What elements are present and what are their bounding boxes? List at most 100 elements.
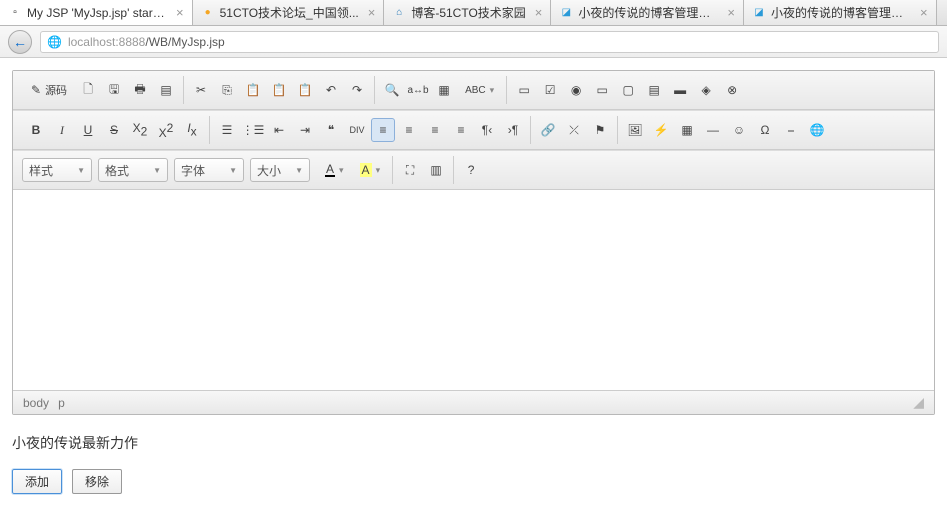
template-button[interactable]: ▤: [154, 78, 178, 102]
style-combo[interactable]: 样式▼: [22, 158, 92, 182]
div-button[interactable]: DIV: [345, 118, 369, 142]
editor-canvas[interactable]: [13, 190, 934, 390]
url-box[interactable]: 🌐 localhost:8888/WB/MyJsp.jsp: [40, 31, 939, 53]
unlink-button[interactable]: ⤫: [562, 118, 586, 142]
ul-button[interactable]: ⋮☰: [241, 118, 265, 142]
newpage-button[interactable]: 🗋: [76, 78, 100, 102]
tab-2[interactable]: ⌂ 博客-51CTO技术家园 ×: [384, 0, 551, 25]
source-button[interactable]: ✎源码: [24, 78, 74, 102]
maximize-button[interactable]: ⛶: [398, 158, 422, 182]
select-icon: ▤: [648, 83, 659, 97]
flash-button[interactable]: ⚡: [649, 118, 673, 142]
cut-button[interactable]: ✂: [189, 78, 213, 102]
tab-3[interactable]: ◪ 小夜的传说的博客管理后... ×: [551, 0, 744, 25]
textarea-button[interactable]: ▢: [616, 78, 640, 102]
url-path: /WB/MyJsp.jsp: [145, 35, 224, 49]
bold-button[interactable]: B: [24, 118, 48, 142]
rtl-button[interactable]: ›¶: [501, 118, 525, 142]
page-icon: ▫: [8, 6, 22, 20]
globe-icon: 🌐: [47, 35, 62, 49]
size-combo[interactable]: 大小▼: [250, 158, 310, 182]
removeformat-button[interactable]: Ix: [180, 118, 204, 142]
replace-button[interactable]: a↔b: [406, 78, 430, 102]
resize-handle[interactable]: ◢: [913, 394, 924, 411]
bgcolor-button[interactable]: A▾: [353, 158, 388, 182]
textfield-button[interactable]: ▭: [590, 78, 614, 102]
hidden-button[interactable]: ⊗: [720, 78, 744, 102]
spellcheck-button[interactable]: ABC▾: [458, 78, 501, 102]
button-button[interactable]: ▬: [668, 78, 692, 102]
alignleft-button[interactable]: ≡: [371, 118, 395, 142]
form-button[interactable]: ▭: [512, 78, 536, 102]
hr-button[interactable]: ―: [701, 118, 725, 142]
house-icon: ⌂: [392, 6, 406, 20]
strike-button[interactable]: S: [102, 118, 126, 142]
superscript-button[interactable]: X2: [154, 118, 178, 142]
ltr-button[interactable]: ¶‹: [475, 118, 499, 142]
font-combo[interactable]: 字体▼: [174, 158, 244, 182]
underline-button[interactable]: U: [76, 118, 100, 142]
selectall-button[interactable]: ▦: [432, 78, 456, 102]
paste-text-button[interactable]: 📋: [267, 78, 291, 102]
justify-button[interactable]: ≡: [449, 118, 473, 142]
table-button[interactable]: ▦: [675, 118, 699, 142]
tab-0[interactable]: ▫ My JSP 'MyJsp.jsp' starti... ×: [0, 0, 193, 25]
showblocks-button[interactable]: ▥: [424, 158, 448, 182]
path-body[interactable]: body: [23, 396, 49, 410]
anchor-button[interactable]: ⚑: [588, 118, 612, 142]
imagebtn-button[interactable]: ◈: [694, 78, 718, 102]
pagebreak-button[interactable]: ⎯: [779, 118, 803, 142]
hr-icon: ―: [707, 123, 719, 137]
undo-button[interactable]: ↶: [319, 78, 343, 102]
unlink-icon: ⤫: [569, 123, 579, 138]
ol-icon: ☰: [222, 123, 233, 137]
add-button[interactable]: 添加: [12, 469, 62, 494]
image-button[interactable]: 🖼: [623, 118, 647, 142]
back-button[interactable]: ←: [8, 30, 32, 54]
chevron-down-icon: ▾: [339, 165, 344, 176]
close-icon[interactable]: ×: [535, 5, 543, 20]
subscript-button[interactable]: X2: [128, 118, 152, 142]
close-icon[interactable]: ×: [176, 5, 184, 20]
print-button[interactable]: 🖶: [128, 78, 152, 102]
link-button[interactable]: 🔗: [536, 118, 560, 142]
indent-button[interactable]: ⇥: [293, 118, 317, 142]
tab-title: My JSP 'MyJsp.jsp' starti...: [27, 6, 167, 20]
smiley-button[interactable]: ☺: [727, 118, 751, 142]
selectall-icon: ▦: [438, 83, 449, 97]
find-button[interactable]: 🔍: [380, 78, 404, 102]
italic-button[interactable]: I: [50, 118, 74, 142]
about-button[interactable]: ?: [459, 158, 483, 182]
redo-button[interactable]: ↷: [345, 78, 369, 102]
close-icon[interactable]: ×: [368, 5, 376, 20]
path-p[interactable]: p: [58, 396, 65, 410]
quote-button[interactable]: ❝: [319, 118, 343, 142]
paste-word-icon: 📋: [298, 83, 313, 97]
copy-button[interactable]: ⎘: [215, 78, 239, 102]
specialchar-button[interactable]: Ω: [753, 118, 777, 142]
ol-button[interactable]: ☰: [215, 118, 239, 142]
iframe-button[interactable]: 🌐: [805, 118, 829, 142]
aligncenter-button[interactable]: ≡: [397, 118, 421, 142]
select-button[interactable]: ▤: [642, 78, 666, 102]
action-buttons: 添加 移除: [12, 469, 935, 494]
save-button[interactable]: 🖫: [102, 78, 126, 102]
sup-icon: X2: [159, 121, 174, 140]
checkbox-button[interactable]: ☑: [538, 78, 562, 102]
radio-button[interactable]: ◉: [564, 78, 588, 102]
outdent-button[interactable]: ⇤: [267, 118, 291, 142]
sub-icon: X2: [133, 121, 148, 138]
checkbox-icon: ☑: [545, 83, 556, 97]
form-icon: ▭: [518, 83, 529, 97]
alignright-button[interactable]: ≡: [423, 118, 447, 142]
tab-1[interactable]: ● 51CTO技术论坛_中国领... ×: [193, 0, 385, 25]
tab-4[interactable]: ◪ 小夜的传说的博客管理后... ×: [744, 0, 937, 25]
textcolor-button[interactable]: A▾: [318, 158, 351, 182]
format-combo[interactable]: 格式▼: [98, 158, 168, 182]
paste-button[interactable]: 📋: [241, 78, 265, 102]
close-icon[interactable]: ×: [920, 5, 928, 20]
blocks-icon: ▥: [430, 163, 441, 177]
remove-button[interactable]: 移除: [72, 469, 122, 494]
paste-word-button[interactable]: 📋: [293, 78, 317, 102]
close-icon[interactable]: ×: [727, 5, 735, 20]
